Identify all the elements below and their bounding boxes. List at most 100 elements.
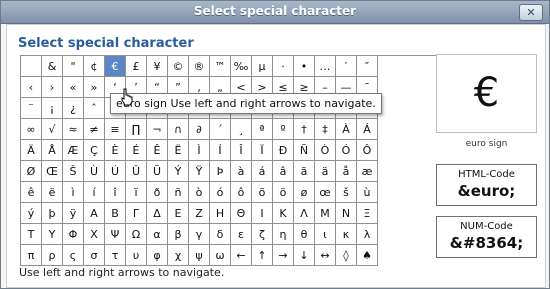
char-cell[interactable]: Μ — [315, 203, 336, 224]
char-cell[interactable]: ‡ — [315, 119, 336, 140]
char-cell[interactable]: î — [105, 182, 126, 203]
char-cell[interactable]: Ù — [84, 161, 105, 182]
char-cell[interactable]: … — [315, 56, 336, 77]
char-cell[interactable]: ≈ — [63, 119, 84, 140]
char-cell[interactable]: Λ — [294, 203, 315, 224]
char-cell[interactable]: ← — [231, 245, 252, 266]
char-cell[interactable]: ™ — [210, 56, 231, 77]
char-cell[interactable]: Å — [42, 140, 63, 161]
char-cell[interactable]: θ — [294, 224, 315, 245]
char-cell[interactable]: Θ — [231, 203, 252, 224]
char-cell[interactable]: Υ — [42, 224, 63, 245]
char-cell[interactable]: Ð — [273, 140, 294, 161]
char-cell[interactable]: ↔ — [315, 245, 336, 266]
char-cell[interactable]: ý — [21, 203, 42, 224]
char-cell[interactable]: þ — [42, 203, 63, 224]
char-cell[interactable]: Γ — [126, 203, 147, 224]
char-cell[interactable]: • — [294, 56, 315, 77]
char-cell[interactable]: ¨ — [21, 98, 42, 119]
char-cell[interactable]: γ — [189, 224, 210, 245]
char-cell[interactable]: ∞ — [21, 119, 42, 140]
char-cell[interactable]: ´ — [210, 119, 231, 140]
char-cell[interactable]: œ — [315, 182, 336, 203]
char-cell[interactable]: ® — [189, 56, 210, 77]
char-cell[interactable]: ö — [273, 182, 294, 203]
char-cell[interactable]: † — [294, 119, 315, 140]
char-cell[interactable]: χ — [168, 245, 189, 266]
char-cell[interactable]: Ë — [168, 140, 189, 161]
char-cell[interactable]: ó — [210, 182, 231, 203]
char-cell[interactable]: ≠ — [84, 119, 105, 140]
char-cell[interactable]: Τ — [21, 224, 42, 245]
char-cell[interactable]: Ñ — [294, 140, 315, 161]
char-cell[interactable]: ª — [252, 119, 273, 140]
char-cell[interactable]: « — [63, 77, 84, 98]
char-cell[interactable]: → — [273, 245, 294, 266]
char-cell[interactable]: µ — [252, 56, 273, 77]
char-cell[interactable]: ↑ — [252, 245, 273, 266]
char-cell[interactable]: ÿ — [63, 203, 84, 224]
char-cell[interactable]: ς — [63, 245, 84, 266]
char-cell[interactable]: ¢ — [84, 56, 105, 77]
char-cell[interactable]: ι — [315, 224, 336, 245]
char-cell[interactable]: Ø — [21, 161, 42, 182]
char-cell[interactable]: È — [105, 140, 126, 161]
char-cell[interactable]: » — [84, 77, 105, 98]
char-cell[interactable]: ζ — [252, 224, 273, 245]
char-cell[interactable]: Í — [210, 140, 231, 161]
char-cell[interactable]: ¥ — [147, 56, 168, 77]
char-cell[interactable]: Ý — [168, 161, 189, 182]
char-cell[interactable]: Ò — [315, 140, 336, 161]
char-cell[interactable]: φ — [147, 245, 168, 266]
char-cell[interactable]: ρ — [42, 245, 63, 266]
char-cell[interactable]: Ä — [21, 140, 42, 161]
char-cell[interactable]: ♠ — [357, 245, 378, 266]
char-cell[interactable]: Ε — [168, 203, 189, 224]
char-cell[interactable]: õ — [252, 182, 273, 203]
char-cell[interactable]: Ï — [252, 140, 273, 161]
char-cell[interactable]: Ú — [105, 161, 126, 182]
char-cell[interactable]: º — [273, 119, 294, 140]
char-cell[interactable]: Û — [126, 161, 147, 182]
char-cell[interactable]: ð — [147, 182, 168, 203]
char-cell[interactable]: τ — [105, 245, 126, 266]
char-cell[interactable]: ù — [357, 182, 378, 203]
char-cell[interactable]: ê — [21, 182, 42, 203]
char-cell[interactable]: Β — [105, 203, 126, 224]
char-cell[interactable]: Δ — [147, 203, 168, 224]
char-cell[interactable]: Ω — [126, 224, 147, 245]
char-cell[interactable]: ∩ — [168, 119, 189, 140]
title-bar[interactable]: Select special character ✕ — [1, 1, 549, 24]
char-cell[interactable]: Ç — [84, 140, 105, 161]
char-cell[interactable]: Š — [63, 161, 84, 182]
char-cell[interactable]: ε — [231, 224, 252, 245]
char-cell[interactable]: ¸ — [231, 119, 252, 140]
char-cell[interactable]: ″ — [357, 56, 378, 77]
char-cell[interactable]: à — [231, 161, 252, 182]
char-cell[interactable]: Χ — [84, 224, 105, 245]
char-cell[interactable]: Α — [84, 203, 105, 224]
char-cell[interactable]: Ν — [336, 203, 357, 224]
char-cell[interactable]: δ — [210, 224, 231, 245]
char-cell[interactable]: ¿ — [63, 98, 84, 119]
char-cell[interactable]: Ÿ — [189, 161, 210, 182]
char-cell[interactable]: ø — [294, 182, 315, 203]
char-cell[interactable]: À — [336, 119, 357, 140]
char-cell[interactable]: € — [105, 56, 126, 77]
char-cell[interactable]: ì — [63, 182, 84, 203]
char-cell[interactable]: & — [42, 56, 63, 77]
char-cell[interactable]: υ — [126, 245, 147, 266]
char-cell[interactable]: λ — [357, 224, 378, 245]
char-cell[interactable]: · — [273, 56, 294, 77]
char-cell[interactable]: Ü — [147, 161, 168, 182]
char-cell[interactable]: Ó — [336, 140, 357, 161]
char-cell[interactable]: ñ — [168, 182, 189, 203]
char-cell[interactable]: £ — [126, 56, 147, 77]
char-cell[interactable]: ◊ — [336, 245, 357, 266]
char-cell[interactable]: í — [84, 182, 105, 203]
char-cell[interactable]: Ô — [357, 140, 378, 161]
char-cell[interactable]: á — [252, 161, 273, 182]
char-cell[interactable]: Ê — [147, 140, 168, 161]
char-cell[interactable]: ↓ — [294, 245, 315, 266]
char-cell[interactable]: Ψ — [105, 224, 126, 245]
